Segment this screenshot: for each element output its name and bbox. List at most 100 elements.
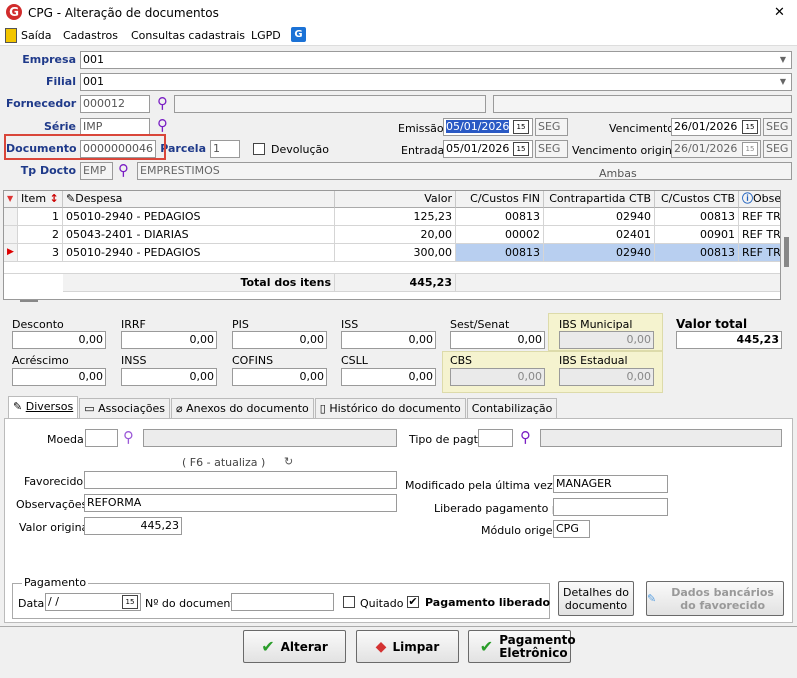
irrf-label: IRRF bbox=[121, 318, 146, 331]
iss-input[interactable]: 0,00 bbox=[341, 331, 436, 349]
moeda-search-icon[interactable]: ⚲ bbox=[123, 429, 134, 445]
pagamento-calendar-icon[interactable]: 15 bbox=[122, 595, 138, 609]
inss-input[interactable]: 0,00 bbox=[121, 368, 217, 386]
serie-search-icon[interactable]: ⚲ bbox=[157, 117, 168, 133]
ndoc-input[interactable] bbox=[231, 593, 334, 611]
grid-header-despesa[interactable]: ✎Despesa◆ bbox=[63, 191, 335, 208]
alterar-button[interactable]: ✔ Alterar bbox=[243, 630, 346, 663]
fornecedor-input[interactable]: 000012 bbox=[80, 95, 150, 113]
tab-contabilizacao[interactable]: Contabilização bbox=[466, 398, 558, 418]
filial-select[interactable]: 001 ▼ bbox=[80, 73, 792, 91]
empresa-select[interactable]: 001 ▼ bbox=[80, 51, 792, 69]
grid-header-item[interactable]: Item ↕ bbox=[18, 191, 63, 208]
devolucao-checkbox[interactable] bbox=[253, 143, 265, 155]
favorecido-input[interactable] bbox=[84, 471, 397, 489]
tab-anexos[interactable]: ⌀ Anexos do documento bbox=[171, 398, 314, 418]
table-cell-contrapartida[interactable]: 02940 bbox=[544, 208, 655, 226]
quitado-label: Quitado bbox=[360, 597, 404, 610]
table-cell-ccctb[interactable]: 00901 bbox=[655, 226, 739, 244]
lgpd-logo-icon[interactable]: G bbox=[291, 27, 306, 42]
table-cell-valor[interactable]: 125,23 bbox=[335, 208, 456, 226]
cofins-input[interactable]: 0,00 bbox=[232, 368, 327, 386]
tpdocto-search-icon[interactable]: ⚲ bbox=[118, 162, 129, 178]
cbs-field: 0,00 bbox=[450, 368, 545, 386]
quitado-checkbox[interactable] bbox=[343, 596, 355, 608]
inss-label: INSS bbox=[121, 354, 147, 367]
tpdocto-code-field[interactable]: EMP bbox=[80, 162, 113, 180]
grid-header-valor[interactable]: Valor bbox=[335, 191, 456, 208]
pagamento-eletronico-button[interactable]: ✔ Pagamento Eletrônico bbox=[468, 630, 576, 663]
table-cell-obs[interactable]: REF TRI bbox=[739, 244, 780, 262]
observacoes-input[interactable]: REFORMA bbox=[84, 494, 397, 512]
vencimento-calendar-icon[interactable]: 15 bbox=[742, 120, 758, 134]
table-cell-despesa[interactable]: 05043-2401 - DIARIAS bbox=[63, 226, 335, 244]
ibs-est-field: 0,00 bbox=[559, 368, 654, 386]
tipo-pagto-input[interactable] bbox=[478, 429, 513, 447]
serie-label: Série bbox=[43, 120, 76, 133]
close-icon[interactable]: ✕ bbox=[774, 5, 785, 20]
grid-header-ccfin[interactable]: C/Custos FIN bbox=[456, 191, 544, 208]
parcela-input[interactable]: 1 bbox=[210, 140, 240, 158]
tab-diversos[interactable]: ✎ Diversos bbox=[8, 396, 79, 418]
tab-strip: ✎ Diversos ▭ Associações ⌀ Anexos do doc… bbox=[8, 396, 558, 418]
tab-associacoes[interactable]: ▭ Associações bbox=[79, 398, 170, 418]
grid-splitter[interactable] bbox=[20, 300, 38, 302]
fornecedor-search-icon[interactable]: ⚲ bbox=[157, 95, 168, 111]
table-cell-item[interactable]: 2 bbox=[18, 226, 63, 244]
total-items-label: Total dos itens bbox=[63, 274, 335, 292]
table-cell-valor[interactable]: 20,00 bbox=[335, 226, 456, 244]
history-icon: ▯ bbox=[319, 402, 326, 415]
emissao-calendar-icon[interactable]: 15 bbox=[513, 120, 529, 134]
table-cell-obs[interactable]: REF TRI bbox=[739, 226, 780, 244]
items-grid[interactable]: ▼ Item ↕ ✎Despesa◆ Valor C/Custos FIN Co… bbox=[3, 190, 781, 300]
irrf-input[interactable]: 0,00 bbox=[121, 331, 217, 349]
venc-original-calendar-icon: 15 bbox=[742, 142, 758, 156]
tipo-pagto-desc-field bbox=[540, 429, 782, 447]
grid-header-ccctb[interactable]: C/Custos CTB bbox=[655, 191, 739, 208]
moeda-input[interactable] bbox=[85, 429, 118, 447]
csll-input[interactable]: 0,00 bbox=[341, 368, 436, 386]
table-cell-obs[interactable]: REF TRI bbox=[739, 208, 780, 226]
csll-label: CSLL bbox=[341, 354, 368, 367]
tipo-pagto-search-icon[interactable]: ⚲ bbox=[520, 429, 531, 445]
grid-header-obs[interactable]: ⓘObse bbox=[739, 191, 780, 208]
fornecedor-name-field bbox=[174, 95, 486, 113]
tipo-pagto-label: Tipo de pagto bbox=[409, 433, 485, 446]
limpar-button[interactable]: ◆ Limpar bbox=[356, 630, 459, 663]
table-cell-ccctb[interactable]: 00813 bbox=[655, 208, 739, 226]
table-cell-item[interactable]: 3 bbox=[18, 244, 63, 262]
table-cell-ccfin[interactable]: 00813 bbox=[456, 208, 544, 226]
detalhes-documento-button[interactable]: Detalhes do documento bbox=[558, 581, 634, 616]
grid-header-marker: ▼ bbox=[4, 191, 18, 208]
table-cell-ccctb[interactable]: 00813 bbox=[655, 244, 739, 262]
observacoes-label: Observações bbox=[16, 498, 88, 511]
desconto-input[interactable]: 0,00 bbox=[12, 331, 106, 349]
table-cell-item[interactable]: 1 bbox=[18, 208, 63, 226]
devolucao-label: Devolução bbox=[271, 143, 330, 156]
menu-saida[interactable]: Saída bbox=[21, 29, 52, 42]
table-cell-contrapartida[interactable]: 02940 bbox=[544, 244, 655, 262]
acrescimo-input[interactable]: 0,00 bbox=[12, 368, 106, 386]
table-cell-despesa[interactable]: 05010-2940 - PEDAGIOS bbox=[63, 208, 335, 226]
pencil-icon: ✎ bbox=[647, 592, 657, 605]
pagamento-group-label: Pagamento bbox=[22, 576, 89, 589]
table-cell-contrapartida[interactable]: 02401 bbox=[544, 226, 655, 244]
table-cell-valor[interactable]: 300,00 bbox=[335, 244, 456, 262]
pis-input[interactable]: 0,00 bbox=[232, 331, 327, 349]
table-cell-despesa[interactable]: 05010-2940 - PEDAGIOS bbox=[63, 244, 335, 262]
sest-input[interactable]: 0,00 bbox=[450, 331, 545, 349]
menu-consultas[interactable]: Consultas cadastrais bbox=[131, 29, 245, 42]
acrescimo-label: Acréscimo bbox=[12, 354, 69, 367]
menu-lgpd[interactable]: LGPD bbox=[251, 29, 281, 42]
pagamento-liberado-checkbox[interactable]: ✔ bbox=[407, 596, 419, 608]
grid-header-contrapartida[interactable]: Contrapartida CTB bbox=[544, 191, 655, 208]
tab-historico[interactable]: ▯ Histórico do documento bbox=[314, 398, 466, 418]
grid-scrollbar[interactable] bbox=[781, 207, 793, 300]
dados-bancarios-button[interactable]: ✎ Dados bancários do favorecido bbox=[646, 581, 784, 616]
table-cell-ccfin[interactable]: 00002 bbox=[456, 226, 544, 244]
table-cell-ccfin[interactable]: 00813 bbox=[456, 244, 544, 262]
menu-cadastros[interactable]: Cadastros bbox=[63, 29, 118, 42]
entrada-calendar-icon[interactable]: 15 bbox=[513, 142, 529, 156]
tpdocto-label: Tp Docto bbox=[20, 164, 76, 177]
ambas-label: Ambas bbox=[599, 167, 637, 180]
